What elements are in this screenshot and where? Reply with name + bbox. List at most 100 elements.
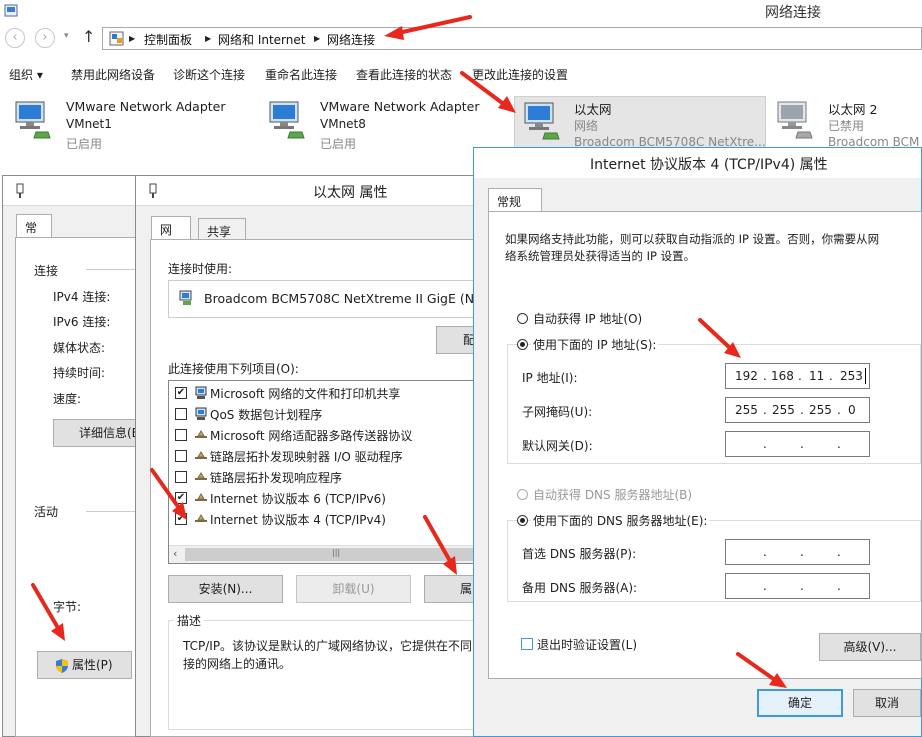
manual-ip-radio[interactable] (517, 339, 528, 350)
protocol-checkbox[interactable]: ✔ (175, 387, 187, 399)
protocol-checkbox[interactable] (175, 471, 187, 483)
advanced-button[interactable]: 高级(V)... (819, 633, 921, 661)
address-bar[interactable]: ▶ 控制面板 ▶ 网络和 Internet ▶ 网络连接 (102, 27, 922, 50)
organize-menu[interactable]: 组织 ▾ (9, 66, 43, 83)
bytes-label: 字节: (53, 600, 82, 614)
tab-sharing[interactable]: 共享 (198, 218, 246, 240)
mask-octet: 255 (772, 403, 795, 417)
auto-ip-radio[interactable] (517, 313, 528, 324)
uninstall-button[interactable]: 卸载(U) (296, 575, 411, 603)
auto-dns-label[interactable]: 自动获得 DNS 服务器地址(B) (533, 486, 692, 503)
protocol-checkbox[interactable] (175, 429, 187, 441)
protocol-label: Internet 协议版本 6 (TCP/IPv6) (210, 492, 386, 506)
protocol-checkbox[interactable] (175, 450, 187, 462)
octet-dot: . (837, 437, 841, 451)
ethernet-status-dialog: 常规 连接 IPv4 连接: IPv6 连接: 媒体状态: 持续时间: 速度: … (2, 175, 152, 737)
protocol-label: 链路层拓扑发现映射器 I/O 驱动程序 (210, 450, 403, 464)
ethernet-properties-dialog: 以太网 属性 网络 共享 连接时使用: Broadcom BCM5708C Ne… (135, 175, 482, 737)
section-activity: 活动 (34, 505, 59, 519)
tab-general[interactable]: 常规 (488, 188, 542, 212)
octet-dot: . (837, 579, 841, 593)
section-connection: 连接 (34, 264, 59, 278)
preferred-dns-label: 首选 DNS 服务器(P): (522, 547, 637, 561)
validate-checkbox[interactable] (521, 638, 533, 650)
manual-dns-radio[interactable] (517, 515, 528, 526)
protocol-checkbox[interactable] (175, 408, 187, 420)
protocol-label: Microsoft 网络适配器多路传送器协议 (210, 429, 413, 443)
network-adapter-icon (269, 101, 305, 139)
protocol-item[interactable]: ✔ Microsoft 网络的文件和打印机共享 (169, 383, 481, 404)
rename-button[interactable]: 重命名此连接 (265, 66, 337, 83)
adapter-item-selected[interactable]: 以太网 网络 Broadcom BCM5708C NetXtre... (514, 96, 766, 150)
install-button[interactable]: 安装(N)... (168, 575, 283, 603)
ok-button[interactable]: 确定 (757, 689, 843, 717)
protocol-item[interactable]: 链路层拓扑发现映射器 I/O 驱动程序 (169, 446, 481, 467)
protocol-checkbox[interactable]: ✔ (175, 492, 187, 504)
adapter-item[interactable]: VMware Network Adapter VMnet1 已启用 (10, 96, 250, 151)
recent-dropdown-icon[interactable]: ▾ (64, 31, 69, 41)
network-card-icon (179, 290, 192, 305)
adapter-item[interactable]: 以太网 2 已禁用 Broadcom BCM (772, 96, 922, 150)
network-adapter-icon (15, 101, 51, 139)
file-sharing-icon (195, 386, 207, 399)
description-text: TCP/IP。该协议是默认的广域网络协议，它提供在不同 (183, 639, 473, 653)
manual-ip-label[interactable]: 使用下面的 IP 地址(S): (531, 336, 659, 353)
tab-general[interactable]: 常规 (16, 214, 52, 252)
general-panel: 如果网络支持此功能，则可以获取自动指派的 IP 设置。否则，你需要从网 络系统管… (488, 211, 922, 679)
breadcrumb-network-connections[interactable]: 网络连接 (327, 31, 375, 48)
change-settings-button[interactable]: 更改此连接的设置 (472, 66, 568, 83)
adapter-item[interactable]: VMware Network Adapter VMnet8 已启用 (264, 96, 504, 151)
networking-panel: 连接时使用: Broadcom BCM5708C NetXtreme II Gi… (150, 239, 482, 737)
text-cursor (865, 368, 866, 384)
protocol-item[interactable]: Microsoft 网络适配器多路传送器协议 (169, 425, 481, 446)
breadcrumb-network-internet[interactable]: 网络和 Internet (218, 31, 305, 48)
validate-label[interactable]: 退出时验证设置(L) (537, 636, 637, 653)
octet-dot: . (763, 545, 767, 559)
breadcrumb-control-panel[interactable]: 控制面板 (144, 31, 192, 48)
back-button[interactable]: ‹ (5, 28, 25, 48)
forward-button[interactable]: › (35, 28, 55, 48)
octet-dot: . (800, 545, 804, 559)
dialog-titlebar: 以太网 属性 (136, 176, 479, 206)
adapter-status: 已启用 (66, 137, 103, 151)
protocol-item[interactable]: ✔ Internet 协议版本 4 (TCP/IPv4) (169, 509, 481, 530)
mask-octet: 255 (735, 403, 758, 417)
view-status-button[interactable]: 查看此连接的状态 (356, 66, 452, 83)
auto-ip-label[interactable]: 自动获得 IP 地址(O) (533, 310, 642, 327)
breadcrumb-separator[interactable]: ▶ (314, 34, 320, 43)
adapter-name: VMware Network Adapter (66, 99, 226, 114)
manual-dns-label[interactable]: 使用下面的 DNS 服务器地址(E): (531, 512, 710, 529)
description-text: 接的网络上的通讯。 (183, 657, 292, 671)
gateway-field[interactable]: . . . (725, 431, 870, 457)
up-arrow-button[interactable]: ↑ (82, 27, 95, 46)
ip-address-field[interactable]: 192 . 168 . 11 . 253 (725, 363, 870, 389)
protocol-item[interactable]: ✔ Internet 协议版本 6 (TCP/IPv6) (169, 488, 481, 509)
network-adapter-disabled-icon (777, 101, 813, 139)
octet-dot: . (798, 369, 802, 383)
network-plug-icon (149, 183, 157, 198)
protocol-checkbox[interactable]: ✔ (175, 513, 187, 525)
preferred-dns-field[interactable]: . . . (725, 539, 870, 565)
adapter-name: VMware Network Adapter (320, 99, 480, 114)
ip-address-label: IP 地址(I): (522, 371, 578, 385)
horizontal-scrollbar[interactable]: ‹ ||| (169, 545, 481, 563)
network-plug-icon (16, 183, 24, 198)
auto-dns-radio[interactable] (517, 489, 528, 500)
explorer-titlebar: 网络连接 (0, 0, 922, 24)
tab-networking[interactable]: 网络 (151, 216, 191, 254)
scroll-left-icon[interactable]: ‹ (173, 547, 177, 560)
properties-button[interactable]: 属性(P) (37, 651, 132, 679)
diagnose-button[interactable]: 诊断这个连接 (173, 66, 245, 83)
protocol-item[interactable]: QoS 数据包计划程序 (169, 404, 481, 425)
adapter-name: 以太网 2 (828, 102, 878, 117)
disable-device-button[interactable]: 禁用此网络设备 (71, 66, 155, 83)
cancel-button[interactable]: 取消 (853, 689, 921, 717)
octet-dot: . (837, 403, 841, 417)
protocol-item[interactable]: 链路层拓扑发现响应程序 (169, 467, 481, 488)
breadcrumb-separator[interactable]: ▶ (205, 34, 211, 43)
octet-dot: . (829, 369, 833, 383)
tab-label: 共享 (207, 225, 232, 239)
subnet-mask-field[interactable]: 255 . 255 . 255 . 0 (725, 397, 870, 423)
alternate-dns-field[interactable]: . . . (725, 573, 870, 599)
scrollbar-thumb[interactable]: ||| (185, 548, 481, 561)
